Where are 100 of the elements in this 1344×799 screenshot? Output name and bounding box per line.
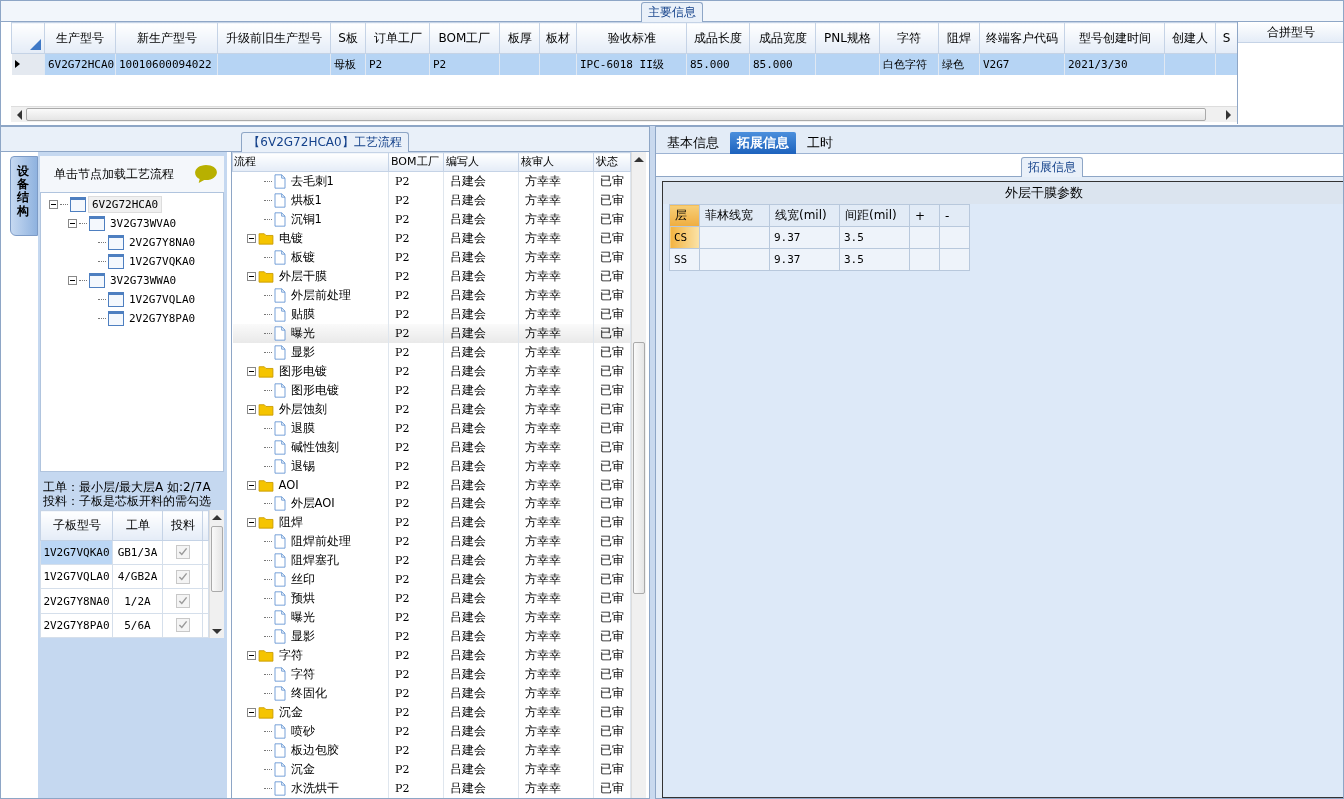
process-step[interactable]: 曝光 xyxy=(287,610,315,626)
table-cell: 吕建会 xyxy=(443,266,519,286)
column-header[interactable]: 成品长度 xyxy=(686,22,750,54)
process-step[interactable]: 阻焊 xyxy=(275,515,303,531)
process-step[interactable]: 阻焊前处理 xyxy=(287,534,351,550)
column-header[interactable]: 间距(mil) xyxy=(839,204,910,227)
column-header[interactable]: PNL规格 xyxy=(815,22,880,54)
process-step[interactable]: 字符 xyxy=(275,648,303,664)
collapse-icon[interactable] xyxy=(246,518,256,528)
column-header[interactable]: BOM工厂 xyxy=(388,152,444,172)
tree-node[interactable]: 3V2G73WWA0 xyxy=(107,273,180,288)
column-header[interactable]: S板 xyxy=(330,22,366,54)
collapse-icon[interactable] xyxy=(68,276,77,285)
process-step[interactable]: 丝印 xyxy=(287,572,315,588)
collapse-icon[interactable] xyxy=(49,200,58,209)
collapse-icon[interactable] xyxy=(68,219,77,228)
scrollbar[interactable] xyxy=(631,152,646,798)
collapse-icon[interactable] xyxy=(246,651,256,661)
process-step[interactable]: 曝光 xyxy=(287,325,315,341)
scrollbar[interactable] xyxy=(11,106,1237,122)
column-header[interactable]: 新生产型号 xyxy=(115,22,218,54)
collapse-icon[interactable] xyxy=(246,271,256,281)
table-cell: 吕建会 xyxy=(443,209,519,229)
column-header[interactable]: BOM工厂 xyxy=(429,22,500,54)
tree-node[interactable]: 6V2G72HCA0 xyxy=(88,196,163,213)
column-header[interactable]: 字符 xyxy=(879,22,939,54)
process-step[interactable]: 板镀 xyxy=(287,249,315,265)
process-step[interactable]: 烘板1 xyxy=(287,192,322,208)
column-header[interactable]: 编写人 xyxy=(443,152,519,172)
checkbox[interactable] xyxy=(175,545,190,560)
tab[interactable]: 工时 xyxy=(800,132,840,154)
table-cell: 吕建会 xyxy=(443,247,519,267)
collapse-icon[interactable] xyxy=(246,708,256,718)
column-header[interactable]: S xyxy=(1215,22,1237,54)
process-step[interactable]: 板边包胶 xyxy=(287,743,339,759)
tree-node[interactable]: 1V2G7VQLA0 xyxy=(126,292,199,307)
collapse-icon[interactable] xyxy=(246,404,256,414)
column-header[interactable]: 创建人 xyxy=(1164,22,1216,54)
process-step[interactable]: 去毛刺1 xyxy=(287,173,334,189)
process-step[interactable]: 贴膜 xyxy=(287,306,315,322)
column-header[interactable]: 型号创建时间 xyxy=(1064,22,1165,54)
process-step[interactable]: 终固化 xyxy=(287,686,327,702)
column-header[interactable]: 投料 xyxy=(162,510,203,541)
process-step[interactable]: 显影 xyxy=(287,629,315,645)
scrollbar[interactable] xyxy=(209,510,224,638)
process-step[interactable]: 沉铜1 xyxy=(287,211,322,227)
process-step[interactable]: 沉金 xyxy=(275,705,303,721)
process-step[interactable]: AOI xyxy=(275,477,299,493)
column-header[interactable]: - xyxy=(939,204,970,227)
column-header[interactable]: 生产型号 xyxy=(44,22,116,54)
process-step[interactable]: 字符 xyxy=(287,667,315,683)
column-header[interactable]: 合拼型号 xyxy=(1238,22,1343,43)
tree-node[interactable]: 1V2G7VQKA0 xyxy=(126,254,199,269)
column-header[interactable]: 订单工厂 xyxy=(365,22,430,54)
process-step[interactable]: 显影 xyxy=(287,344,315,360)
column-header[interactable]: 板厚 xyxy=(499,22,540,54)
process-step[interactable]: 电镀 xyxy=(275,230,303,246)
column-header[interactable]: 工单 xyxy=(112,510,163,541)
column-header[interactable]: 终端客户代码 xyxy=(979,22,1065,54)
table-cell: P2 xyxy=(388,285,444,305)
checkbox[interactable] xyxy=(175,594,190,608)
process-step[interactable]: 退锡 xyxy=(287,458,315,474)
process-step[interactable]: 水洗烘干 xyxy=(287,781,339,796)
table-cell: 已审 xyxy=(593,342,631,362)
column-header[interactable]: 升级前旧生产型号 xyxy=(217,22,331,54)
process-step[interactable]: 外层干膜 xyxy=(275,268,327,284)
process-step[interactable]: 外层前处理 xyxy=(287,287,351,303)
column-header[interactable]: 阻焊 xyxy=(938,22,980,54)
tab[interactable]: 拓展信息 xyxy=(730,132,796,154)
process-step[interactable]: 退膜 xyxy=(287,420,315,436)
column-header[interactable]: 线宽(mil) xyxy=(769,204,840,227)
process-step[interactable]: 图形电镀 xyxy=(275,363,327,379)
column-header[interactable]: 板材 xyxy=(539,22,577,54)
column-header[interactable]: 流程 xyxy=(232,152,389,172)
process-step[interactable]: 喷砂 xyxy=(287,724,315,740)
tree-node[interactable]: 2V2G7Y8NA0 xyxy=(126,235,199,250)
column-header[interactable]: 状态 xyxy=(593,152,631,172)
column-header[interactable]: 成品宽度 xyxy=(749,22,816,54)
column-header[interactable]: 菲林线宽 xyxy=(699,204,770,227)
tree-node[interactable]: 2V2G7Y8PA0 xyxy=(126,311,199,326)
process-step[interactable]: 阻焊塞孔 xyxy=(287,553,339,569)
tree-node[interactable]: 3V2G73WVA0 xyxy=(107,216,180,231)
column-header[interactable]: 层 xyxy=(669,204,700,227)
process-step[interactable]: 图形电镀 xyxy=(287,382,339,398)
collapse-icon[interactable] xyxy=(246,480,256,490)
tab[interactable]: 基本信息 xyxy=(660,132,726,154)
column-header[interactable]: 核审人 xyxy=(518,152,594,172)
checkbox[interactable] xyxy=(175,569,190,584)
collapse-icon[interactable] xyxy=(246,366,256,376)
process-step[interactable]: 沉金 xyxy=(287,762,315,778)
process-step[interactable]: 外层AOI xyxy=(287,496,335,512)
checkbox[interactable] xyxy=(175,618,190,633)
process-step[interactable]: 预烘 xyxy=(287,591,315,607)
column-header[interactable]: 子板型号 xyxy=(40,510,113,541)
collapse-icon[interactable] xyxy=(246,233,256,243)
process-step[interactable]: 碱性蚀刻 xyxy=(287,439,339,455)
column-header[interactable]: 验收标准 xyxy=(576,22,687,54)
process-step[interactable]: 外层蚀刻 xyxy=(275,401,327,417)
column-header[interactable]: + xyxy=(909,204,940,227)
side-tab[interactable]: 设备结构 xyxy=(10,156,38,236)
